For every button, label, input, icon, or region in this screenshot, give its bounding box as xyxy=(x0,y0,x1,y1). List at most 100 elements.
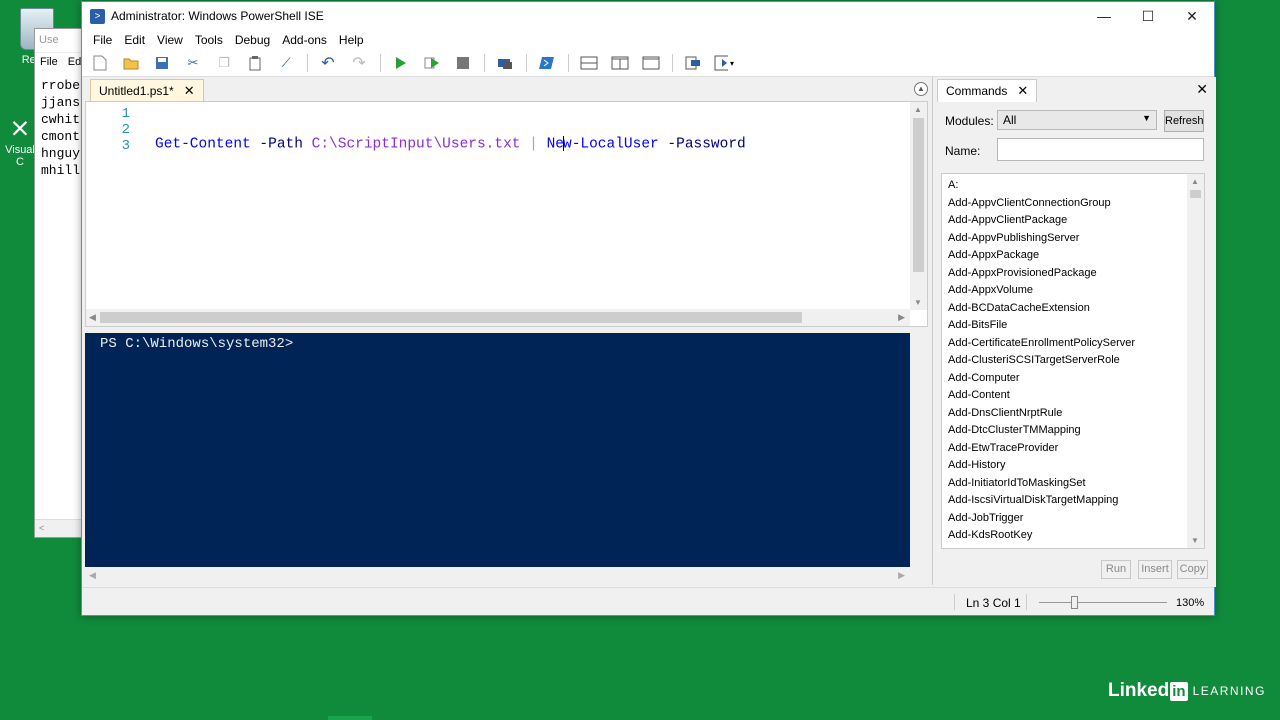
menu-debug[interactable]: Debug xyxy=(229,33,276,47)
command-list-item[interactable]: Add-DnsClientNrptRule xyxy=(948,405,1188,423)
layout-top-icon[interactable] xyxy=(579,53,599,73)
tab-untitled1[interactable]: Untitled1.ps1* ✕ xyxy=(90,79,204,102)
line-number: 2 xyxy=(121,122,130,138)
save-icon[interactable] xyxy=(152,53,172,73)
menu-tools[interactable]: Tools xyxy=(189,33,229,47)
powershell-app-icon: > xyxy=(90,8,105,24)
notepad-line: mhill xyxy=(41,163,81,178)
command-list-item[interactable]: Add-BitsFile xyxy=(948,317,1188,335)
menu-help[interactable]: Help xyxy=(333,33,370,47)
chevron-down-icon: ▼ xyxy=(1142,113,1151,123)
collapse-script-pane-icon[interactable]: ▲ xyxy=(914,82,928,96)
menu-edit[interactable]: Edit xyxy=(118,33,151,47)
title-bar[interactable]: > Administrator: Windows PowerShell ISE … xyxy=(82,2,1214,30)
insert-button[interactable]: Insert xyxy=(1138,560,1172,579)
show-addons-icon[interactable]: ▾ xyxy=(714,53,734,73)
menu-addons[interactable]: Add-ons xyxy=(276,33,333,47)
close-pane-icon[interactable]: ✕ xyxy=(1196,81,1208,98)
scroll-left-icon[interactable]: ◀ xyxy=(89,312,96,323)
command-list-item[interactable]: Add-IscsiVirtualDiskTargetMapping xyxy=(948,492,1188,510)
tab-commands[interactable]: Commands ✕ xyxy=(937,79,1038,102)
command-list-item[interactable]: Add-AppvClientPackage xyxy=(948,212,1188,230)
console-vertical-scrollbar[interactable] xyxy=(910,333,928,567)
close-tab-icon[interactable]: ✕ xyxy=(184,83,195,99)
menu-view[interactable]: View xyxy=(151,33,189,47)
editor-horizontal-scrollbar[interactable]: ◀ ▶ xyxy=(86,309,910,326)
close-button[interactable]: ✕ xyxy=(1170,2,1214,30)
command-list-item[interactable]: Add-History xyxy=(948,457,1188,475)
command-list-item[interactable]: A: xyxy=(948,177,1188,195)
cut-icon[interactable]: ✂ xyxy=(183,53,203,73)
command-list-item[interactable]: Add-EtwTraceProvider xyxy=(948,440,1188,458)
refresh-button[interactable]: Refresh xyxy=(1164,110,1204,132)
redo-icon[interactable]: ↷ xyxy=(349,53,369,73)
clear-icon[interactable]: ⟋ xyxy=(276,53,296,73)
line-number: 3 xyxy=(121,138,130,154)
command-list-item[interactable]: Add-AppxVolume xyxy=(948,282,1188,300)
scroll-left-icon[interactable]: ◀ xyxy=(89,570,96,581)
scroll-thumb[interactable] xyxy=(1190,190,1201,198)
command-list-item[interactable]: Add-DtcClusterTMMapping xyxy=(948,422,1188,440)
commands-list-scrollbar[interactable]: ▲ ▼ xyxy=(1187,174,1204,548)
notepad-menu-edit[interactable]: Ed xyxy=(68,56,81,68)
console-pane[interactable]: PS C:\Windows\system32> xyxy=(85,333,910,567)
run-selection-icon[interactable] xyxy=(422,53,442,73)
scroll-down-icon[interactable]: ▼ xyxy=(1191,536,1199,545)
command-list-item[interactable]: Add-AppvClientConnectionGroup xyxy=(948,195,1188,213)
scroll-down-icon[interactable]: ▼ xyxy=(914,298,922,307)
menu-file[interactable]: File xyxy=(87,33,118,47)
console-horizontal-scrollbar[interactable]: ◀ ▶ xyxy=(85,567,910,584)
command-list-item[interactable]: Add-Computer xyxy=(948,370,1188,388)
powershell-icon[interactable] xyxy=(537,53,557,73)
layout-right-icon[interactable] xyxy=(610,53,630,73)
command-list-item[interactable]: Add-AppvPublishingServer xyxy=(948,230,1188,248)
copy-button[interactable]: Copy xyxy=(1177,560,1208,579)
command-list-item[interactable]: Add-InitiatorIdToMaskingSet xyxy=(948,475,1188,493)
run-icon[interactable] xyxy=(391,53,411,73)
layout-max-icon[interactable] xyxy=(641,53,661,73)
command-list-item[interactable]: Add-CertificateEnrollmentPolicyServer xyxy=(948,335,1188,353)
scroll-thumb[interactable] xyxy=(913,118,924,272)
new-icon[interactable] xyxy=(90,53,110,73)
command-list-item[interactable]: Add-JobTrigger xyxy=(948,510,1188,528)
show-commands-icon[interactable] xyxy=(683,53,703,73)
notepad-window[interactable]: Use File Ed rrobe jjans cwhit cmont hnguy mhil… xyxy=(34,28,84,538)
command-list-item[interactable]: Add-KdsRootKey xyxy=(948,527,1188,545)
commands-list[interactable]: A: Add-AppvClientConnectionGroup Add-AppvC… xyxy=(941,173,1205,549)
scroll-thumb[interactable] xyxy=(100,312,802,323)
notepad-text-area[interactable]: rrobe jjans cwhit cmont hnguy mhill xyxy=(35,73,83,183)
overflow-chevron-icon: ▾ xyxy=(729,58,734,68)
command-list-item[interactable]: Add-BCDataCacheExtension xyxy=(948,300,1188,318)
notepad-title: Use xyxy=(35,29,83,53)
command-list-item[interactable]: Add-LocalGroupMember xyxy=(948,545,1188,549)
command-list-item[interactable]: Add-Content xyxy=(948,387,1188,405)
scroll-right-icon[interactable]: ▶ xyxy=(898,570,905,581)
modules-select[interactable]: All ▼ xyxy=(997,110,1157,130)
name-input[interactable] xyxy=(997,138,1204,161)
toolbar-separator xyxy=(484,54,485,72)
visual-studio-icon: ⨉ xyxy=(12,119,28,139)
notepad-menu-file[interactable]: File xyxy=(40,56,58,68)
scroll-up-icon[interactable]: ▲ xyxy=(1191,177,1199,186)
copy-icon[interactable]: ❐ xyxy=(214,53,234,73)
notepad-horizontal-scrollbar[interactable]: < xyxy=(35,519,83,537)
scroll-up-icon[interactable]: ▲ xyxy=(914,105,922,114)
command-list-item[interactable]: Add-AppxProvisionedPackage xyxy=(948,265,1188,283)
minimize-button[interactable]: — xyxy=(1082,2,1126,30)
open-icon[interactable] xyxy=(121,53,141,73)
paste-icon[interactable] xyxy=(245,53,265,73)
undo-icon[interactable]: ↶ xyxy=(318,53,338,73)
maximize-button[interactable]: ☐ xyxy=(1126,2,1170,30)
scroll-right-icon[interactable]: ▶ xyxy=(898,312,905,323)
script-editor[interactable]: 1 2 3 Get-Content -Path C:\ScriptInput\U… xyxy=(85,101,928,327)
command-list-item[interactable]: Add-AppxPackage xyxy=(948,247,1188,265)
remote-icon[interactable] xyxy=(495,53,515,73)
zoom-slider-thumb[interactable] xyxy=(1071,596,1078,609)
zoom-slider-track[interactable] xyxy=(1039,602,1167,603)
run-button[interactable]: Run xyxy=(1101,560,1131,579)
visual-studio-desktop-icon[interactable]: ⨉ Visual C xyxy=(2,118,38,168)
stop-icon[interactable] xyxy=(453,53,473,73)
command-list-item[interactable]: Add-ClusteriSCSITargetServerRole xyxy=(948,352,1188,370)
editor-vertical-scrollbar[interactable]: ▲ ▼ xyxy=(910,102,927,310)
close-commands-tab-icon[interactable]: ✕ xyxy=(1017,83,1028,99)
